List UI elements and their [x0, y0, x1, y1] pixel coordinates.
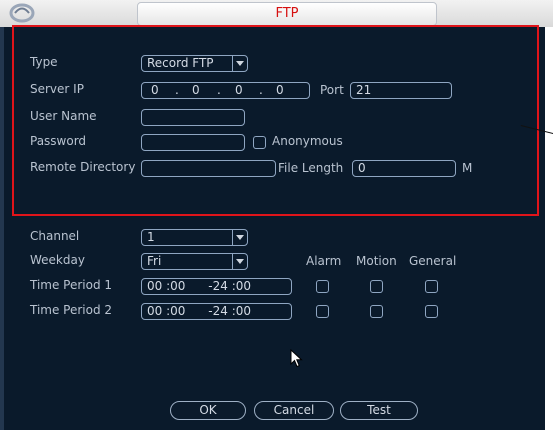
- time-period-1-input[interactable]: 00 :00 -24 :00: [141, 278, 292, 295]
- time-period-1-alarm-checkbox[interactable]: [316, 280, 329, 293]
- weekday-dropdown[interactable]: Fri: [141, 253, 248, 270]
- time-period-2-input[interactable]: 00 :00 -24 :00: [141, 303, 292, 320]
- cancel-button[interactable]: Cancel: [254, 401, 334, 420]
- column-motion: Motion: [356, 254, 397, 268]
- chevron-down-icon[interactable]: [232, 230, 247, 245]
- column-general: General: [409, 254, 457, 268]
- chevron-down-icon[interactable]: [232, 254, 247, 269]
- time-period-2-general-checkbox[interactable]: [425, 305, 438, 318]
- time-period-1-label: Time Period 1: [30, 278, 113, 292]
- column-alarm: Alarm: [306, 254, 342, 268]
- window-title: FTP: [137, 2, 437, 26]
- channel-label: Channel: [30, 229, 80, 243]
- time-period-1-motion-checkbox[interactable]: [370, 280, 383, 293]
- title-bar: FTP: [0, 0, 553, 27]
- logo-icon: [9, 3, 35, 23]
- right-margin: [545, 27, 553, 430]
- highlight-box: [12, 25, 539, 216]
- screen: FTP Type Record FTP Server IP 0 . 0 . 0 …: [0, 0, 553, 430]
- time-period-2-alarm-checkbox[interactable]: [316, 305, 329, 318]
- test-button[interactable]: Test: [340, 401, 418, 420]
- time-period-2-label: Time Period 2: [30, 303, 113, 317]
- ok-button[interactable]: OK: [170, 401, 246, 420]
- time-period-1-general-checkbox[interactable]: [425, 280, 438, 293]
- channel-dropdown[interactable]: 1: [141, 229, 248, 246]
- weekday-label: Weekday: [30, 253, 85, 267]
- channel-value: 1: [147, 230, 155, 244]
- time-period-2-motion-checkbox[interactable]: [370, 305, 383, 318]
- mouse-cursor-icon: [290, 349, 303, 368]
- weekday-value: Fri: [147, 254, 162, 268]
